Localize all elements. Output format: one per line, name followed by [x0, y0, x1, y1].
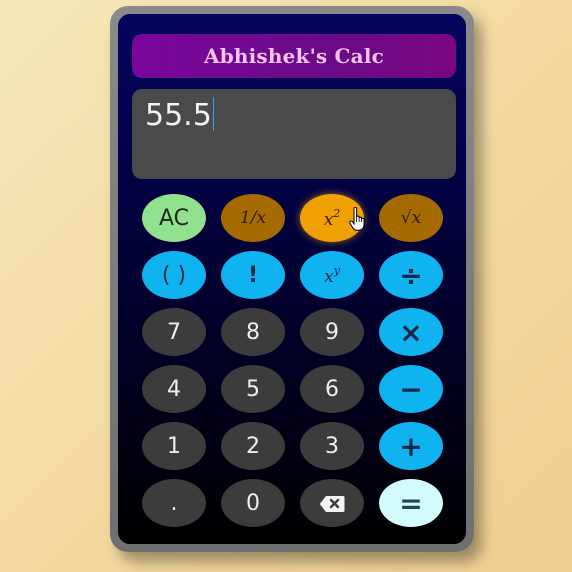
- digit-5-button[interactable]: 5: [221, 365, 285, 413]
- hand-pointer-icon: [349, 207, 365, 231]
- display-value: 55.5: [145, 97, 215, 133]
- equals-button[interactable]: =: [379, 479, 443, 527]
- key-label: 6: [325, 376, 339, 402]
- key-label: −: [399, 372, 423, 406]
- digit-4-button[interactable]: 4: [142, 365, 206, 413]
- reciprocal-button[interactable]: 1/x: [221, 194, 285, 242]
- power-button[interactable]: xy: [300, 251, 364, 299]
- key-label: !: [247, 262, 259, 288]
- key-label: √x: [400, 208, 422, 228]
- key-label: x2: [323, 206, 341, 230]
- digit-6-button[interactable]: 6: [300, 365, 364, 413]
- key-label: =: [399, 486, 423, 520]
- key-label: 4: [167, 376, 181, 402]
- key-label: ( ): [161, 262, 187, 288]
- digit-7-button[interactable]: 7: [142, 308, 206, 356]
- app-title: Abhishek's Calc: [203, 44, 385, 68]
- display[interactable]: 55.5: [132, 89, 456, 179]
- key-label: ÷: [399, 258, 423, 292]
- key-label: 2: [246, 433, 260, 459]
- key-label: 3: [325, 433, 339, 459]
- digit-0-button[interactable]: 0: [221, 479, 285, 527]
- key-label: 1/x: [239, 208, 267, 228]
- title-bar: Abhishek's Calc: [132, 34, 456, 78]
- calculator-frame: Abhishek's Calc 55.5 AC 1/x x2 √x ( ) ! …: [110, 6, 474, 552]
- text-caret: [212, 97, 215, 131]
- key-label: 0: [246, 490, 260, 516]
- key-label: +: [399, 429, 423, 463]
- decimal-point-button[interactable]: .: [142, 479, 206, 527]
- key-label: 7: [167, 319, 181, 345]
- add-button[interactable]: +: [379, 422, 443, 470]
- key-label: .: [170, 490, 178, 516]
- digit-3-button[interactable]: 3: [300, 422, 364, 470]
- calculator-body: Abhishek's Calc 55.5 AC 1/x x2 √x ( ) ! …: [118, 14, 466, 544]
- key-label: 9: [325, 319, 339, 345]
- subtract-button[interactable]: −: [379, 365, 443, 413]
- key-label: xy: [324, 263, 340, 287]
- divide-button[interactable]: ÷: [379, 251, 443, 299]
- multiply-button[interactable]: ×: [379, 308, 443, 356]
- factorial-button[interactable]: !: [221, 251, 285, 299]
- key-label: 1: [167, 433, 181, 459]
- sqrt-button[interactable]: √x: [379, 194, 443, 242]
- key-label: 8: [246, 319, 260, 345]
- digit-9-button[interactable]: 9: [300, 308, 364, 356]
- key-label: 5: [246, 376, 260, 402]
- digit-8-button[interactable]: 8: [221, 308, 285, 356]
- backspace-button[interactable]: [300, 479, 364, 527]
- all-clear-button[interactable]: AC: [142, 194, 206, 242]
- key-label: AC: [158, 205, 190, 231]
- digit-2-button[interactable]: 2: [221, 422, 285, 470]
- backspace-icon: [319, 494, 345, 512]
- parentheses-button[interactable]: ( ): [142, 251, 206, 299]
- key-label: ×: [399, 315, 423, 349]
- digit-1-button[interactable]: 1: [142, 422, 206, 470]
